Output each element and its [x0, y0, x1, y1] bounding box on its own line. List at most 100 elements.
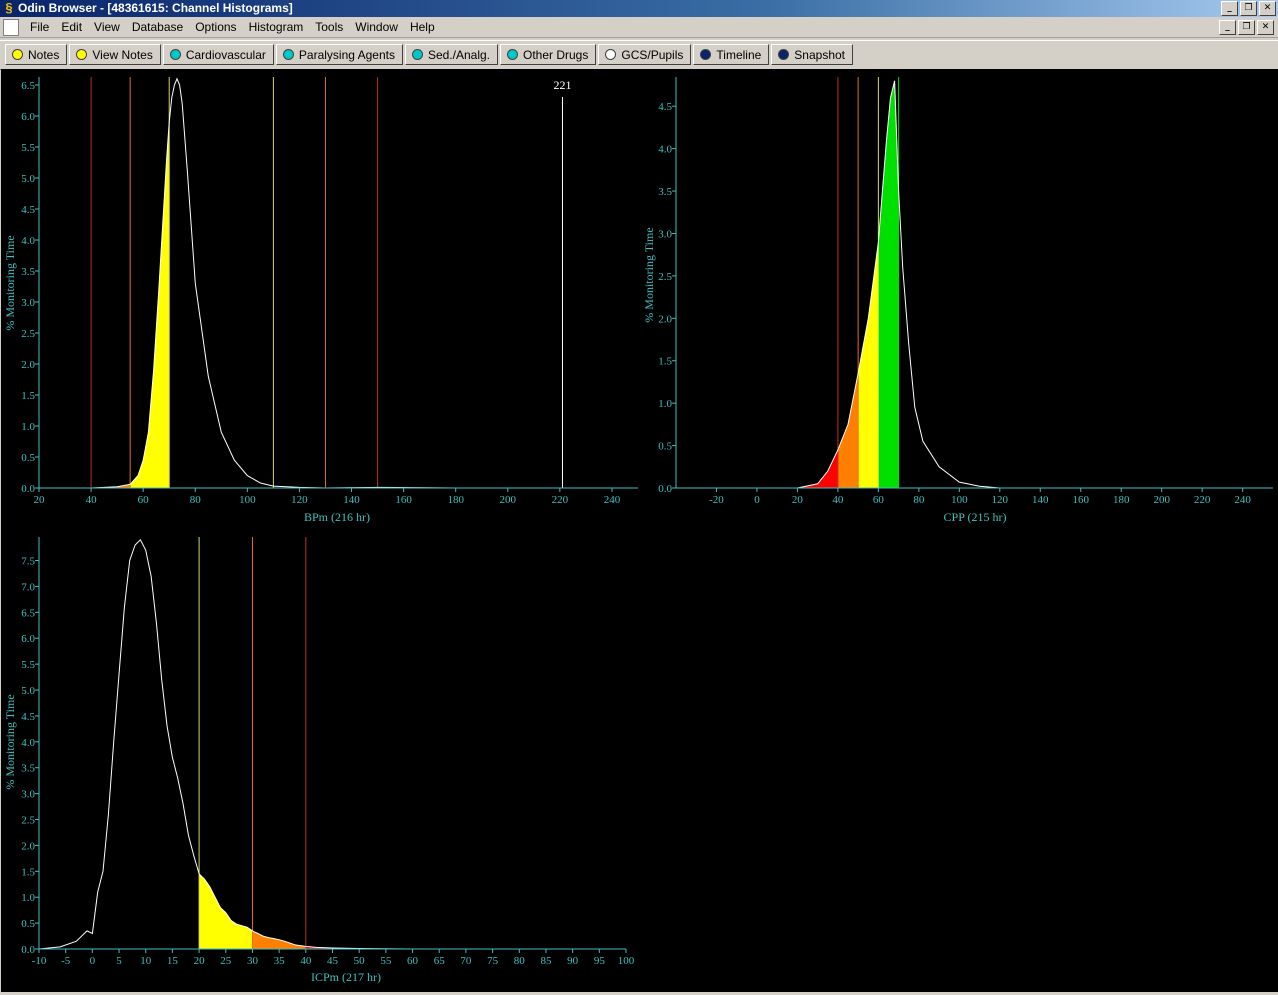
histogram-curve: [39, 77, 638, 489]
x-tick-label: 65: [434, 955, 446, 967]
x-tick-label: 5: [116, 955, 122, 967]
white-dot-icon: [605, 49, 617, 60]
timeline-button[interactable]: Timeline: [693, 44, 770, 65]
x-tick-label: 200: [500, 494, 517, 506]
y-tick-label: 2.5: [21, 815, 35, 827]
paralysing-agents-button[interactable]: Paralysing Agents: [275, 44, 403, 65]
y-tick-label: 6.5: [21, 607, 35, 619]
other-drugs-button[interactable]: Other Drugs: [500, 44, 597, 65]
marker-label: 221: [553, 78, 571, 92]
x-tick-label: 80: [514, 955, 526, 967]
menu-edit[interactable]: Edit: [55, 20, 88, 34]
y-tick-label: 5.0: [21, 173, 35, 185]
x-axis-label: BPm (216 hr): [304, 510, 370, 524]
y-tick-label: 5.0: [21, 685, 35, 697]
y-tick-label: 0.0: [658, 483, 672, 495]
x-axis-label: ICPm (217 hr): [311, 970, 381, 984]
y-tick-label: 3.5: [21, 266, 35, 278]
y-tick-label: 3.0: [21, 297, 35, 309]
gcs-pupils-label: GCS/Pupils: [621, 47, 684, 62]
x-tick-label: 160: [1072, 494, 1089, 506]
x-tick-label: 100: [951, 494, 968, 506]
x-tick-label: 120: [291, 494, 308, 506]
timeline-label: Timeline: [716, 47, 762, 62]
snapshot-label: Snapshot: [794, 47, 846, 62]
menu-database[interactable]: Database: [126, 20, 189, 34]
x-tick-label: 140: [343, 494, 360, 506]
y-tick-label: 2.5: [21, 328, 35, 340]
paralysing-agents-label: Paralysing Agents: [298, 47, 395, 62]
y-tick-label: 4.5: [21, 204, 35, 216]
restore-icon[interactable]: ❐: [1240, 1, 1257, 16]
yellow-dot-icon: [12, 49, 23, 60]
y-tick-label: 6.5: [21, 80, 35, 92]
y-tick-label: 3.0: [658, 228, 672, 240]
x-tick-label: -10: [32, 955, 47, 967]
minimize-icon[interactable]: _: [1221, 1, 1238, 16]
histogram-plots: 221 0.0 0.5 1.0 1.5 2.0 2.5 3.0 3.5 4.0 4.5 5.0 5.5 6…: [3, 77, 1273, 984]
fill-band-yellow: [130, 122, 170, 488]
y-tick-label: 1.0: [21, 892, 35, 904]
menu-file[interactable]: File: [24, 20, 55, 34]
x-tick-label: -5: [61, 955, 71, 967]
x-tick-label: 10: [140, 955, 152, 967]
x-tick-label: 220: [552, 494, 569, 506]
menu-help[interactable]: Help: [404, 20, 441, 34]
x-tick-label: 75: [487, 955, 499, 967]
x-tick-label: 80: [190, 494, 202, 506]
menu-histogram[interactable]: Histogram: [243, 20, 310, 34]
navy-dot-icon: [700, 49, 712, 60]
x-tick-label: 90: [567, 955, 579, 967]
cyan-dot-icon: [411, 49, 423, 60]
x-tick-label: 200: [1153, 494, 1170, 506]
x-tick-label: 20: [792, 494, 804, 506]
histogram-chart-1: 2210.00.51.01.52.02.53.03.54.04.55.05.56…: [3, 77, 638, 524]
x-tick-label: 180: [447, 494, 464, 506]
menu-tools[interactable]: Tools: [309, 20, 349, 34]
yellow-dot-icon: [76, 49, 88, 60]
close-icon[interactable]: ✕: [1259, 1, 1276, 16]
gcs-pupils-button[interactable]: GCS/Pupils: [598, 44, 692, 65]
x-tick-label: 100: [618, 955, 635, 967]
x-tick-label: 25: [220, 955, 232, 967]
y-tick-label: 2.0: [658, 313, 672, 325]
cardiovascular-button[interactable]: Cardiovascular: [162, 44, 274, 65]
mdi-controls: _ ❐ ✕: [1219, 20, 1274, 35]
histogram-panel: 221 0.0 0.5 1.0 1.5 2.0 2.5 3.0 3.5 4.0 4.5 5.0 5.5 6…: [1, 69, 1278, 992]
y-tick-label: 5.5: [21, 142, 35, 154]
document-icon[interactable]: [3, 19, 19, 36]
y-tick-label: 4.0: [658, 144, 672, 156]
y-tick-label: 4.5: [658, 101, 672, 113]
y-axis-label: % Monitoring Time: [642, 227, 656, 322]
menu-view[interactable]: View: [88, 20, 126, 34]
x-tick-label: 120: [992, 494, 1009, 506]
notes-button[interactable]: Notes: [5, 44, 68, 65]
cardiovascular-label: Cardiovascular: [185, 47, 266, 62]
notes-label: Notes: [28, 47, 60, 62]
snapshot-button[interactable]: Snapshot: [771, 44, 854, 65]
fill-band-red: [676, 449, 838, 488]
title-bar: § Odin Browser - [48361615: Channel Hist…: [0, 0, 1278, 17]
toolbar: Notes View Notes Cardiovascular Paralysi…: [0, 40, 1278, 70]
mdi-restore-icon[interactable]: ❐: [1238, 20, 1255, 35]
x-tick-label: 85: [540, 955, 552, 967]
x-tick-label: 20: [194, 955, 206, 967]
y-tick-label: 1.5: [21, 390, 35, 402]
x-tick-label: 240: [604, 494, 621, 506]
y-tick-label: 0.5: [21, 452, 35, 464]
x-tick-label: 60: [138, 494, 150, 506]
sed-analg-label: Sed./Analg.: [427, 47, 490, 62]
x-tick-label: 50: [354, 955, 366, 967]
x-tick-label: 55: [380, 955, 392, 967]
x-tick-label: 45: [327, 955, 339, 967]
fill-band-yellow: [199, 873, 253, 949]
sed-analg-button[interactable]: Sed./Analg.: [404, 44, 498, 65]
y-tick-label: 3.0: [21, 789, 35, 801]
view-notes-button[interactable]: View Notes: [69, 44, 161, 65]
menu-list: File Edit View Database Options Histogra…: [24, 17, 441, 37]
x-tick-label: 240: [1234, 494, 1251, 506]
menu-window[interactable]: Window: [349, 20, 404, 34]
mdi-close-icon[interactable]: ✕: [1257, 20, 1274, 35]
menu-options[interactable]: Options: [189, 20, 242, 34]
mdi-minimize-icon[interactable]: _: [1219, 20, 1236, 35]
